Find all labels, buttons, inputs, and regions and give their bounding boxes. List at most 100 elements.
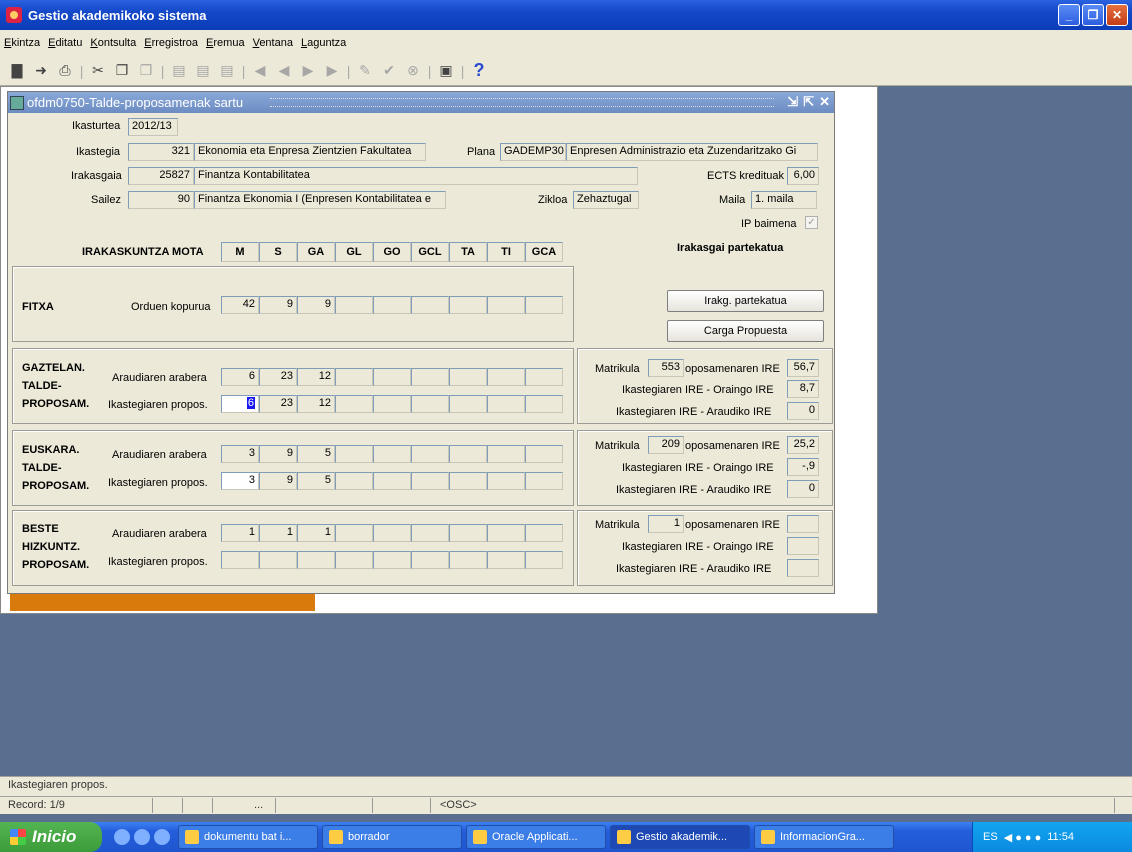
euskara-propos-cell[interactable] (411, 472, 449, 490)
fitxa-orduen-cell[interactable] (449, 296, 487, 314)
euskara-araudia-cell[interactable] (373, 445, 411, 463)
cut-icon[interactable]: ✂ (89, 62, 107, 80)
ikastegia-code-field[interactable]: 321 (128, 143, 194, 161)
gaztelan-ire1-field[interactable]: 56,7 (787, 359, 819, 377)
menu-kontsulta[interactable]: Kontsulta (90, 37, 136, 49)
beste-ire2-field[interactable] (787, 537, 819, 555)
beste-propos-cell[interactable] (297, 551, 335, 569)
start-button[interactable]: Inicio (0, 822, 102, 852)
enter-query-icon[interactable]: ✎ (356, 62, 374, 80)
menu-eremua[interactable]: Eremua (206, 37, 245, 49)
euskara-propos-cell[interactable] (525, 472, 563, 490)
save-icon[interactable]: ▇ (8, 62, 26, 80)
fitxa-orduen-cell[interactable]: 42 (221, 296, 259, 314)
euskara-propos-cell[interactable] (335, 472, 373, 490)
gaztelan-propos-cell[interactable]: 6 (221, 395, 259, 413)
euskara-ire3-field[interactable]: 0 (787, 480, 819, 498)
euskara-araudia-cell[interactable] (335, 445, 373, 463)
execute-query-icon[interactable]: ✔ (380, 62, 398, 80)
euskara-propos-cell[interactable]: 9 (259, 472, 297, 490)
gaztelan-araudia-cell[interactable] (525, 368, 563, 386)
gaztelan-propos-cell[interactable] (335, 395, 373, 413)
saila-code-field[interactable]: 90 (128, 191, 194, 209)
plana-code-field[interactable]: GADEMP30 (500, 143, 566, 161)
duplicate-record-icon[interactable]: ▤ (218, 62, 236, 80)
euskara-araudia-cell[interactable] (487, 445, 525, 463)
paste-icon[interactable]: ❐ (137, 62, 155, 80)
euskara-araudia-cell[interactable]: 5 (297, 445, 335, 463)
ie-quicklaunch-icon[interactable] (114, 829, 130, 845)
delete-record-icon[interactable]: ▤ (194, 62, 212, 80)
menu-ventana[interactable]: Ventana (253, 37, 293, 49)
fitxa-orduen-cell[interactable]: 9 (297, 296, 335, 314)
beste-araudia-cell[interactable] (411, 524, 449, 542)
beste-araudia-cell[interactable] (373, 524, 411, 542)
minimize-button[interactable]: _ (1058, 4, 1080, 26)
gaztelan-matrikula-field[interactable]: 553 (648, 359, 684, 377)
menu-editatu[interactable]: Editatu (48, 37, 82, 49)
help-icon[interactable]: ? (470, 60, 488, 80)
copy-icon[interactable]: ❐ (113, 62, 131, 80)
form-maximize-icon[interactable]: ⇱ (803, 94, 814, 110)
euskara-araudia-cell[interactable]: 3 (221, 445, 259, 463)
beste-propos-cell[interactable] (335, 551, 373, 569)
beste-araudia-cell[interactable] (525, 524, 563, 542)
beste-ire1-field[interactable] (787, 515, 819, 533)
task-oracle[interactable]: Oracle Applicati... (466, 825, 606, 849)
euskara-propos-cell[interactable]: 3 (221, 472, 259, 490)
firefox-quicklaunch-icon[interactable] (134, 829, 150, 845)
gaztelan-araudia-cell[interactable] (335, 368, 373, 386)
task-dokumentu[interactable]: dokumentu bat i... (178, 825, 318, 849)
fitxa-orduen-cell[interactable] (525, 296, 563, 314)
carga-propuesta-button[interactable]: Carga Propuesta (667, 320, 824, 342)
gaztelan-propos-cell[interactable]: 23 (259, 395, 297, 413)
euskara-propos-cell[interactable] (449, 472, 487, 490)
euskara-propos-cell[interactable]: 5 (297, 472, 335, 490)
euskara-ire1-field[interactable]: 25,2 (787, 436, 819, 454)
gaztelan-ire2-field[interactable]: 8,7 (787, 380, 819, 398)
beste-matrikula-field[interactable]: 1 (648, 515, 684, 533)
euskara-araudia-cell[interactable] (525, 445, 563, 463)
gaztelan-araudia-cell[interactable]: 23 (259, 368, 297, 386)
menu-erregistroa[interactable]: Erregistroa (144, 37, 198, 49)
ip-baimena-checkbox[interactable]: ✓ (805, 216, 818, 229)
previous-record-icon[interactable]: ◀ (275, 62, 293, 80)
beste-araudia-cell[interactable]: 1 (297, 524, 335, 542)
beste-propos-cell[interactable] (221, 551, 259, 569)
form-close-icon[interactable]: ✕ (819, 94, 830, 110)
beste-araudia-cell[interactable]: 1 (259, 524, 297, 542)
task-borrador[interactable]: borrador (322, 825, 462, 849)
saila-name-field[interactable]: Finantza Ekonomia I (Enpresen Kontabilit… (194, 191, 446, 209)
irakg-partekatua-button[interactable]: Irakg. partekatua (667, 290, 824, 312)
gaztelan-araudia-cell[interactable] (487, 368, 525, 386)
gaztelan-propos-cell[interactable] (487, 395, 525, 413)
fitxa-orduen-cell[interactable] (335, 296, 373, 314)
beste-propos-cell[interactable] (487, 551, 525, 569)
ikasturtea-field[interactable]: 2012/13 (128, 118, 178, 136)
gaztelan-propos-cell[interactable] (449, 395, 487, 413)
beste-propos-cell[interactable] (373, 551, 411, 569)
gaztelan-araudia-cell[interactable] (411, 368, 449, 386)
irakasgaia-name-field[interactable]: Finantza Kontabilitatea (194, 167, 638, 185)
menu-ekintza[interactable]: Ekintza (4, 37, 40, 49)
beste-ire3-field[interactable] (787, 559, 819, 577)
euskara-propos-cell[interactable] (487, 472, 525, 490)
exit-icon[interactable]: ➜ (32, 62, 50, 80)
next-record-icon[interactable]: ▶ (299, 62, 317, 80)
form-minimize-icon[interactable]: ⇲ (787, 94, 798, 110)
language-indicator[interactable]: ES (983, 831, 998, 843)
fitxa-orduen-cell[interactable] (487, 296, 525, 314)
maximize-button[interactable]: ❐ (1082, 4, 1104, 26)
last-record-icon[interactable]: ▶ (323, 62, 341, 80)
beste-araudia-cell[interactable] (487, 524, 525, 542)
task-gestio[interactable]: Gestio akademik... (610, 825, 750, 849)
gaztelan-araudia-cell[interactable]: 6 (221, 368, 259, 386)
fitxa-orduen-cell[interactable] (411, 296, 449, 314)
beste-araudia-cell[interactable] (449, 524, 487, 542)
gaztelan-propos-cell[interactable] (373, 395, 411, 413)
irakasgaia-code-field[interactable]: 25827 (128, 167, 194, 185)
insert-record-icon[interactable]: ▤ (170, 62, 188, 80)
close-button[interactable]: ✕ (1106, 4, 1128, 26)
clipboard-icon[interactable]: ▣ (437, 62, 455, 80)
menu-laguntza[interactable]: Laguntza (301, 37, 346, 49)
